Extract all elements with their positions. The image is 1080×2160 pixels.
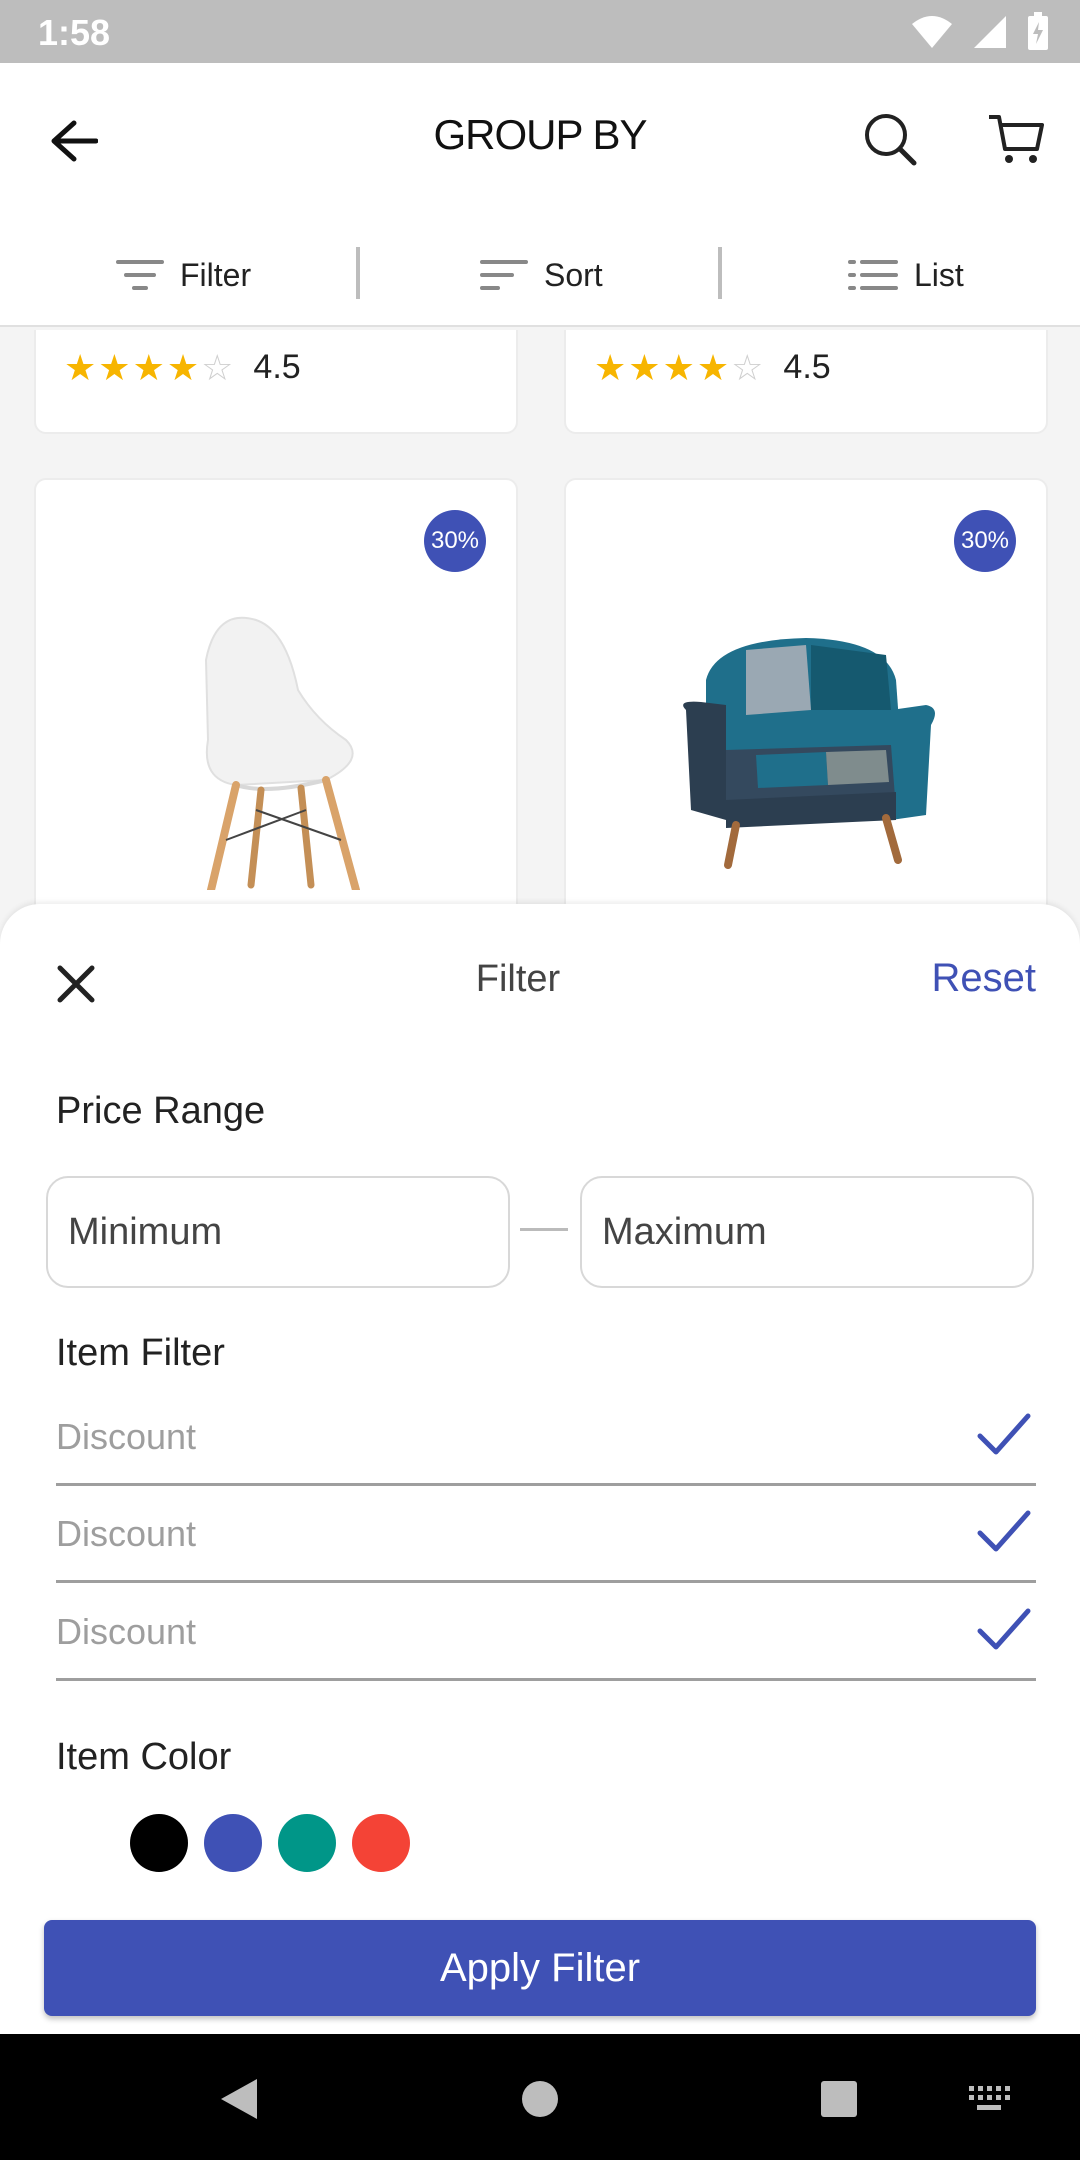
filter-tool-button[interactable]: Filter [116,223,251,327]
item-filter-label-text: Discount [56,1416,197,1457]
list-tool-button[interactable]: List [848,223,964,327]
search-button[interactable] [858,107,922,171]
cart-icon [989,115,1044,163]
star-icon: ★ [64,346,97,388]
item-filter-row[interactable]: Discount [56,1390,1036,1486]
filter-tool-label: Filter [180,256,252,293]
star-icon: ★ [628,346,661,388]
star-icon: ★ [132,346,165,388]
sort-tool-label: Sort [544,256,603,293]
toolbar-divider [356,247,360,299]
item-filter-row[interactable]: Discount [56,1585,1036,1681]
list-icon [848,260,898,290]
star-empty-icon: ☆ [731,346,764,388]
color-swatch-indigo[interactable] [204,1814,262,1872]
status-icons [910,10,1050,54]
item-filter-label-text: Discount [56,1611,197,1652]
checkmark-icon [977,1510,1031,1552]
item-filter-row[interactable]: Discount [56,1487,1036,1583]
nav-home-button[interactable] [505,2064,575,2134]
toolbar-divider [718,247,722,299]
sort-tool-button[interactable]: Sort [480,223,603,327]
cart-button[interactable] [984,107,1048,171]
color-swatch-black[interactable] [130,1814,188,1872]
battery-icon [1028,12,1048,50]
nav-recents-button[interactable] [804,2064,874,2134]
rating: ★ ★ ★ ★ ☆ 4.5 [594,348,831,387]
nav-back-button[interactable] [204,2064,274,2134]
rating-value: 4.5 [783,348,831,386]
search-icon [865,114,917,166]
keyboard-icon [969,2086,1010,2110]
status-time: 1:58 [38,12,111,53]
filter-icon [116,260,164,290]
white-chair-image [204,616,360,890]
rating: ★ ★ ★ ★ ☆ 4.5 [64,348,301,387]
color-swatch-red[interactable] [352,1814,410,1872]
product-card[interactable]: ★ ★ ★ ★ ☆ 4.5 [34,330,518,434]
star-icon: ★ [662,346,695,388]
status-bar: 1:58 [0,0,1080,63]
star-icon: ★ [696,346,730,388]
patchwork-armchair-image [683,638,935,869]
triangle-back-icon [221,2079,257,2119]
filter-bottom-sheet: Filter Reset Price Range Minimum Maximum… [0,904,1080,2034]
item-filter-label: Item Filter [56,1332,225,1374]
color-swatches [130,1814,410,1872]
item-color-label: Item Color [56,1736,232,1778]
price-range-dash [520,1228,568,1231]
rating-value: 4.5 [253,348,301,386]
product-card[interactable]: ★ ★ ★ ★ ☆ 4.5 [564,330,1048,434]
list-tool-label: List [914,256,964,293]
square-recents-icon [821,2081,857,2117]
star-icon: ★ [166,346,200,388]
circle-home-icon [522,2081,558,2117]
filter-sort-toolbar: Filter Sort List [0,223,1080,327]
star-icon: ★ [594,346,627,388]
discount-badge: 30% [424,510,486,572]
max-price-input[interactable]: Maximum [580,1176,1034,1288]
sheet-title: Filter [475,958,561,1000]
checkmark-icon [977,1608,1031,1650]
discount-badge: 30% [954,510,1016,572]
color-swatch-teal[interactable] [278,1814,336,1872]
item-filter-label-text: Discount [56,1513,197,1554]
system-nav-bar [0,2034,1080,2160]
product-card[interactable]: 30% [34,478,518,928]
min-price-input[interactable]: Minimum [46,1176,510,1288]
keyboard-switch-button[interactable] [954,2064,1024,2134]
star-icon: ★ [98,346,131,388]
product-card[interactable]: 30% [564,478,1048,928]
apply-filter-button[interactable]: Apply Filter [44,1920,1036,2016]
checkmark-icon [977,1413,1031,1455]
star-empty-icon: ☆ [201,346,234,388]
sort-icon [480,260,528,290]
wifi-icon [912,16,952,48]
price-range-label: Price Range [56,1090,266,1132]
app-bar: GROUP BY [0,63,1080,223]
reset-button[interactable]: Reset [932,956,1037,1001]
signal-icon [974,16,1006,48]
